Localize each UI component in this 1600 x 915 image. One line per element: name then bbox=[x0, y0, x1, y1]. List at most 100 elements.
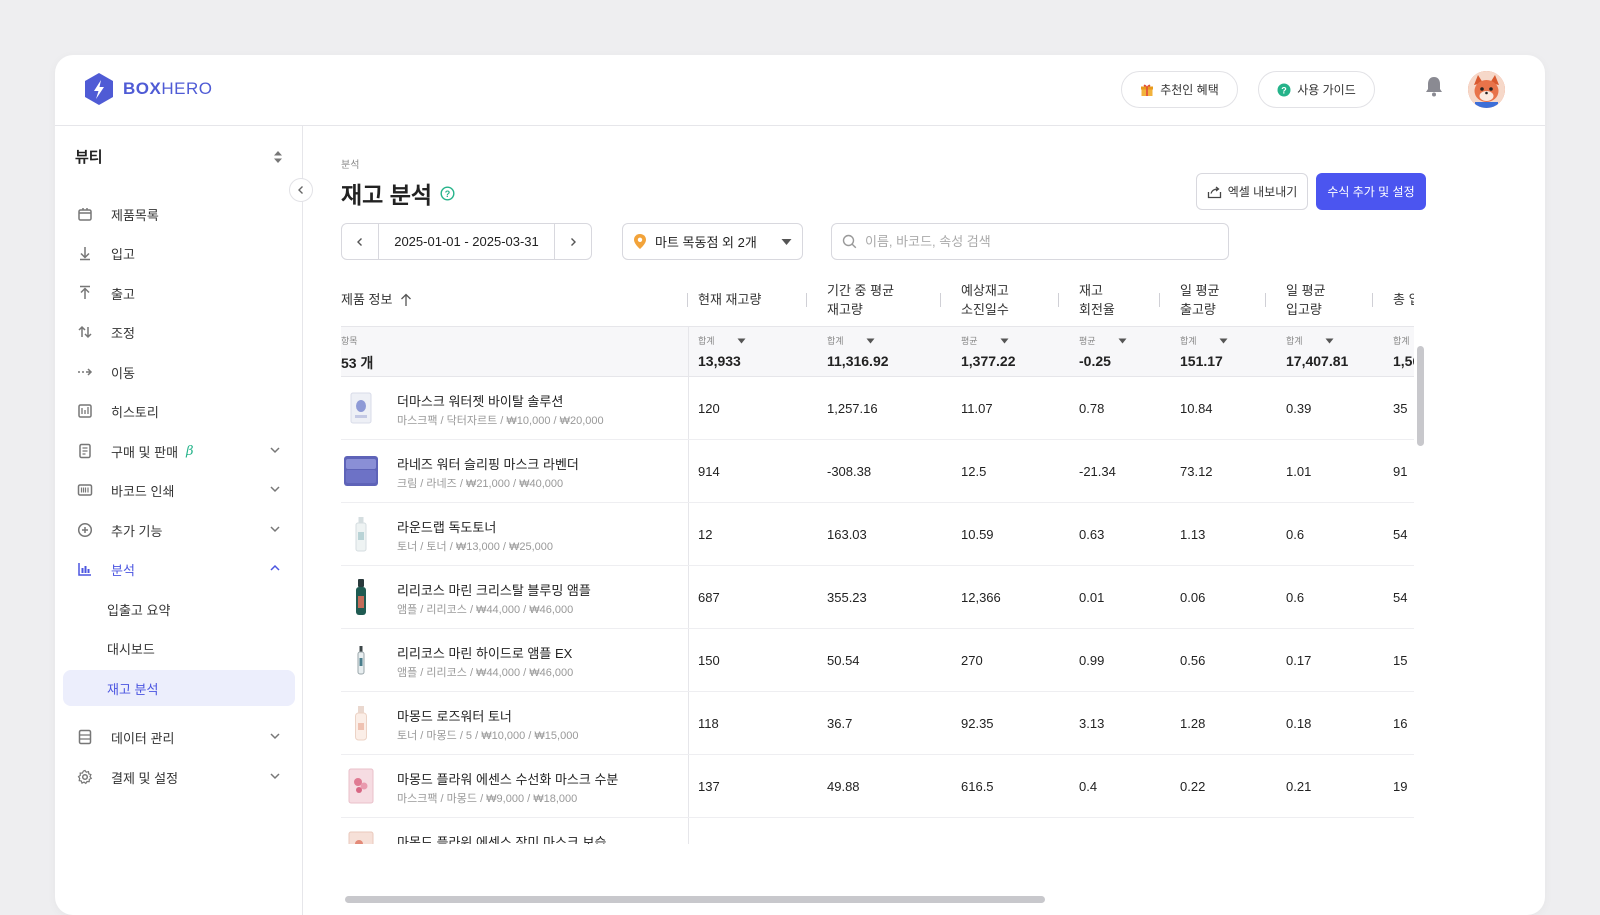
sidebar-item-inventory-analysis[interactable]: 재고 분석 bbox=[63, 670, 295, 706]
sidebar-item-label: 제품목록 bbox=[111, 207, 159, 223]
column-header-product[interactable]: 제품 정보 bbox=[341, 274, 681, 326]
sort-asc-icon[interactable] bbox=[400, 293, 412, 307]
arrow-up-icon bbox=[75, 285, 95, 301]
caret-down-icon[interactable] bbox=[1219, 338, 1228, 344]
summary-label: 평균 bbox=[961, 336, 978, 346]
table-row[interactable]: 리리코스 마린 하이드로 앰플 EX 앰플 / 리리코스 / ₩44,000 /… bbox=[341, 629, 1414, 692]
summary-cell[interactable]: 평균 1,377.22 bbox=[961, 334, 1016, 369]
chevron-down-icon bbox=[270, 526, 280, 533]
sidebar-item-label: 입고 bbox=[111, 246, 135, 262]
sidebar-item-move[interactable]: 이동 bbox=[63, 354, 295, 390]
cell-days-of-stock: 12,366 bbox=[961, 590, 1001, 605]
sidebar-item-products[interactable]: 제품목록 bbox=[63, 196, 295, 232]
table-row[interactable]: 마몽드 플라워 에센스 장미 마스크 보습 bbox=[341, 818, 1414, 844]
column-header-daily-outbound[interactable]: 일 평균 출고량 bbox=[1180, 274, 1265, 326]
prev-range-button[interactable] bbox=[342, 224, 378, 259]
sidebar-item-adjust[interactable]: 조정 bbox=[63, 314, 295, 350]
summary-cell[interactable]: 평균 -0.25 bbox=[1079, 334, 1127, 369]
table-row[interactable]: 더마스크 워터젯 바이탈 솔루션 마스크팩 / 닥터자르트 / ₩10,000 … bbox=[341, 377, 1414, 440]
search-input[interactable] bbox=[865, 234, 1205, 249]
next-range-button[interactable] bbox=[555, 224, 591, 259]
sidebar-item-inout-summary[interactable]: 입출고 요약 bbox=[63, 591, 295, 627]
sidebar-item-label: 재고 분석 bbox=[107, 681, 159, 697]
referral-button[interactable]: 추천인 혜택 bbox=[1121, 71, 1238, 108]
vertical-scrollbar[interactable] bbox=[1417, 346, 1424, 446]
summary-label: 합계 bbox=[1286, 336, 1303, 346]
sidebar-item-inbound[interactable]: 입고 bbox=[63, 235, 295, 271]
caret-down-icon[interactable] bbox=[1325, 338, 1334, 344]
cell-days-of-stock: 12.5 bbox=[961, 464, 987, 479]
column-header-label: 재고 bbox=[1079, 282, 1103, 298]
product-meta: 마스크팩 / 마몽드 / ₩9,000 / ₩18,000 bbox=[397, 793, 578, 805]
table-row[interactable]: 라운드랩 독도토너 토너 / 토너 / ₩13,000 / ₩25,000 12… bbox=[341, 503, 1414, 566]
column-header-total-inbound[interactable]: 총 입 bbox=[1393, 274, 1414, 326]
sidebar-item-dashboard[interactable]: 대시보드 bbox=[63, 630, 295, 666]
location-filter[interactable]: 마트 목동점 외 2개 bbox=[622, 223, 803, 260]
sidebar-item-purchase-sales[interactable]: 구매 및 판매 β bbox=[63, 433, 295, 469]
logo-hexagon-icon bbox=[85, 73, 113, 105]
caret-down-icon[interactable] bbox=[866, 338, 875, 344]
sidebar-item-billing-settings[interactable]: 결제 및 설정 bbox=[63, 759, 295, 795]
chevron-down-icon bbox=[270, 447, 280, 454]
table-row[interactable]: 마몽드 로즈워터 토너 토너 / 마몽드 / 5 / ₩10,000 / ₩15… bbox=[341, 692, 1414, 755]
caret-down-icon bbox=[781, 238, 792, 245]
gift-icon bbox=[1141, 84, 1154, 96]
chevron-down-icon bbox=[270, 733, 280, 740]
chart-icon bbox=[75, 561, 95, 577]
cell-daily-inbound: 0.6 bbox=[1286, 527, 1305, 542]
summary-value: -0.25 bbox=[1079, 353, 1111, 369]
chevron-up-icon bbox=[270, 564, 280, 571]
database-icon bbox=[75, 729, 95, 745]
date-range-value[interactable]: 2025-01-01 - 2025-03-31 bbox=[378, 224, 555, 259]
date-range-picker: 2025-01-01 - 2025-03-31 bbox=[341, 223, 592, 260]
sidebar-item-label: 이동 bbox=[111, 365, 135, 381]
column-header-label: 출고량 bbox=[1180, 302, 1216, 317]
sidebar-item-label: 데이터 관리 bbox=[111, 730, 175, 746]
boxhero-logo[interactable]: BOXHERO bbox=[83, 72, 212, 106]
caret-down-icon[interactable] bbox=[1118, 338, 1127, 344]
sidebar-item-analytics[interactable]: 분석 bbox=[63, 551, 295, 587]
chevron-down-icon bbox=[270, 486, 280, 493]
table-row[interactable]: 라네즈 워터 슬리핑 마스크 라벤더 크림 / 라네즈 / ₩21,000 / … bbox=[341, 440, 1414, 503]
cell-daily-outbound: 0.56 bbox=[1180, 653, 1206, 668]
sidebar-item-data-management[interactable]: 데이터 관리 bbox=[63, 719, 295, 755]
summary-cell[interactable]: 합계 1,56 bbox=[1393, 334, 1414, 369]
column-header-daily-inbound[interactable]: 일 평균 입고량 bbox=[1286, 274, 1371, 326]
column-header-turnover[interactable]: 재고 회전율 bbox=[1079, 274, 1159, 326]
notification-bell-icon[interactable] bbox=[1424, 75, 1444, 102]
swap-icon bbox=[75, 324, 95, 340]
summary-cell[interactable]: 합계 17,407.81 bbox=[1286, 334, 1348, 369]
summary-cell[interactable]: 합계 11,316.92 bbox=[827, 334, 889, 369]
horizontal-scrollbar[interactable] bbox=[345, 896, 1045, 903]
sidebar-item-outbound[interactable]: 출고 bbox=[63, 275, 295, 311]
cell-turnover: 0.4 bbox=[1079, 779, 1098, 794]
workspace-selector[interactable]: 뷰티 bbox=[75, 146, 283, 167]
sidebar-item-extras[interactable]: 추가 기능 bbox=[63, 512, 295, 548]
sidebar: 뷰티 제품목록 입고 출고 조정 이동 히스토리 구매 및 판매 β 바코드 인… bbox=[55, 126, 303, 915]
sidebar-item-barcode[interactable]: 바코드 인쇄 bbox=[63, 472, 295, 508]
cell-turnover: 0.99 bbox=[1079, 653, 1105, 668]
summary-cell[interactable]: 합계 13,933 bbox=[698, 334, 746, 369]
guide-button[interactable]: ? 사용 가이드 bbox=[1258, 71, 1375, 108]
help-circle-icon[interactable]: ? bbox=[440, 185, 455, 201]
cell-total-inbound: 54 bbox=[1393, 527, 1408, 542]
column-header-label: 기간 중 평균 bbox=[827, 282, 895, 298]
sidebar-item-label: 대시보드 bbox=[107, 641, 155, 657]
caret-down-icon[interactable] bbox=[1000, 338, 1009, 344]
table-row[interactable]: 마몽드 플라워 에센스 수선화 마스크 수분 마스크팩 / 마몽드 / ₩9,0… bbox=[341, 755, 1414, 818]
summary-cell[interactable]: 합계 151.17 bbox=[1180, 334, 1228, 369]
column-header-days-of-stock[interactable]: 예상재고 소진일수 bbox=[961, 274, 1056, 326]
product-name: 리리코스 마린 하이드로 앰플 EX bbox=[397, 646, 573, 661]
column-header-avg-stock[interactable]: 기간 중 평균 재고량 bbox=[827, 274, 937, 326]
caret-down-icon[interactable] bbox=[737, 338, 746, 344]
column-header-label: 소진일수 bbox=[961, 302, 1009, 317]
cream-jar-thumb bbox=[343, 452, 379, 490]
add-formula-button[interactable]: 수식 추가 및 설정 bbox=[1316, 173, 1426, 210]
table-row[interactable]: 리리코스 마린 크리스탈 블루밍 앰플 앰플 / 리리코스 / ₩44,000 … bbox=[341, 566, 1414, 629]
column-header-current-stock[interactable]: 현재 재고량 bbox=[698, 274, 806, 326]
excel-export-button[interactable]: 엑셀 내보내기 bbox=[1196, 173, 1308, 210]
cell-current-stock: 120 bbox=[698, 401, 720, 416]
sidebar-item-history[interactable]: 히스토리 bbox=[63, 393, 295, 429]
breadcrumb[interactable]: 분석 bbox=[341, 156, 359, 171]
user-avatar[interactable] bbox=[1468, 71, 1505, 108]
